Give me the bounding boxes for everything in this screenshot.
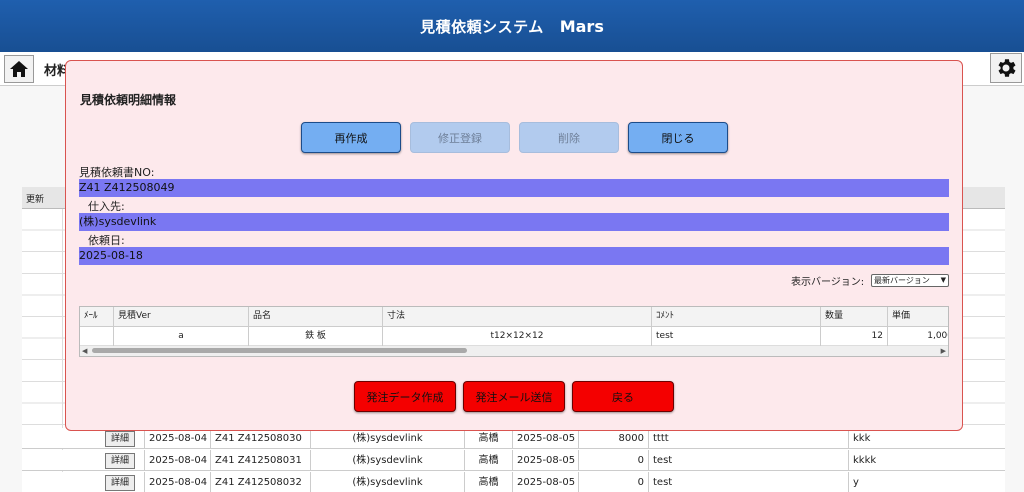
row-person: 高橋 <box>464 428 512 449</box>
gear-icon <box>998 59 1016 77</box>
version-label: 表示バージョン: <box>791 277 865 288</box>
detail-table-header: ﾒｰﾙ 見積Ver 品名 寸法 ｺﾒﾝﾄ 数量 単価 <box>80 307 948 327</box>
request-date-highlight <box>79 247 949 265</box>
modal-title: 見積依頼明細情報 <box>80 93 177 107</box>
home-icon <box>10 61 28 77</box>
version-select-value: 最新バージョン <box>874 276 930 285</box>
col-qty: 数量 <box>821 307 888 326</box>
delete-button[interactable]: 削除 <box>519 122 619 153</box>
version-select[interactable]: 最新バージョン ▼ <box>871 274 949 287</box>
back-button[interactable]: 戻る <box>572 381 674 412</box>
supplier-value: (株)sysdevlink <box>79 215 157 228</box>
row-supplier: (株)sysdevlink <box>310 450 464 471</box>
quote-no-value: Z41 Z412508049 <box>79 181 175 194</box>
row-quote-no: Z41 Z412508031 <box>210 450 310 471</box>
cell-size: t12×12×12 <box>383 327 652 346</box>
quote-no-label: 見積依頼書NO: <box>79 166 155 179</box>
col-item: 品名 <box>249 307 383 326</box>
row-extra: kkkk <box>848 450 1005 471</box>
row-date: 2025-08-04 <box>144 472 210 492</box>
chevron-down-icon: ▼ <box>940 276 946 284</box>
quote-no-highlight <box>79 179 949 197</box>
home-button[interactable] <box>4 55 34 83</box>
request-date-label: 依頼日: <box>88 234 125 247</box>
row-amount: 0 <box>578 450 648 471</box>
modify-register-button[interactable]: 修正登録 <box>410 122 510 153</box>
cell-price: 1,000 <box>888 327 948 346</box>
detail-button[interactable]: 詳細 <box>105 453 135 469</box>
request-date-value: 2025-08-18 <box>79 249 143 262</box>
row-quote-no: Z41 Z412508032 <box>210 472 310 492</box>
col-mail: ﾒｰﾙ <box>80 307 114 326</box>
detail-button[interactable]: 詳細 <box>105 431 135 447</box>
scroll-left-icon[interactable]: ◀ <box>82 346 87 356</box>
table-row: 詳細 2025-08-04 Z41 Z412508031 (株)sysdevli… <box>22 450 1005 471</box>
quote-detail-modal: 見積依頼明細情報 再作成 修正登録 削除 閉じる 見積依頼書NO: Z41 Z4… <box>65 60 963 431</box>
row-note: test <box>648 472 848 492</box>
row-quote-no: Z41 Z412508030 <box>210 428 310 449</box>
detail-table: ﾒｰﾙ 見積Ver 品名 寸法 ｺﾒﾝﾄ 数量 単価 a 鉄 板 t12×12×… <box>79 306 949 357</box>
create-order-data-button[interactable]: 発注データ作成 <box>354 381 456 412</box>
row-supplier: (株)sysdevlink <box>310 472 464 492</box>
cell-item: 鉄 板 <box>249 327 383 346</box>
col-comment: ｺﾒﾝﾄ <box>652 307 821 326</box>
col-price: 単価 <box>888 307 948 326</box>
horizontal-scrollbar[interactable]: ◀ ▶ <box>80 346 948 356</box>
row-extra: kkk <box>848 428 1005 449</box>
supplier-label: 仕入先: <box>88 200 125 213</box>
settings-button[interactable] <box>990 53 1022 83</box>
scrollbar-thumb[interactable] <box>92 348 467 353</box>
row-amount: 0 <box>578 472 648 492</box>
row-date: 2025-08-04 <box>144 450 210 471</box>
cell-mail <box>80 327 114 346</box>
detail-button[interactable]: 詳細 <box>105 475 135 491</box>
row-person: 高橋 <box>464 472 512 492</box>
col-version: 見積Ver <box>114 307 249 326</box>
results-header-update: 更新 <box>26 195 45 205</box>
close-button[interactable]: 閉じる <box>628 122 728 153</box>
row-extra: y <box>848 472 1005 492</box>
table-row[interactable]: a 鉄 板 t12×12×12 test 12 1,000 <box>80 327 948 346</box>
row-date: 2025-08-04 <box>144 428 210 449</box>
scroll-right-icon[interactable]: ▶ <box>941 346 946 356</box>
cell-comment: test <box>652 327 821 346</box>
app-name: Mars <box>559 16 604 36</box>
app-title: 見積依頼システム <box>420 17 544 36</box>
table-row: 詳細 2025-08-04 Z41 Z412508030 (株)sysdevli… <box>22 428 1005 449</box>
col-size: 寸法 <box>383 307 652 326</box>
row-person: 高橋 <box>464 450 512 471</box>
row-date2: 2025-08-05 <box>512 428 578 449</box>
row-date2: 2025-08-05 <box>512 450 578 471</box>
row-note: test <box>648 450 848 471</box>
recreate-button[interactable]: 再作成 <box>301 122 401 153</box>
cell-version: a <box>114 327 249 346</box>
row-supplier: (株)sysdevlink <box>310 428 464 449</box>
row-amount: 8000 <box>578 428 648 449</box>
row-date2: 2025-08-05 <box>512 472 578 492</box>
row-note: tttt <box>648 428 848 449</box>
send-order-mail-button[interactable]: 発注メール送信 <box>463 381 565 412</box>
supplier-highlight <box>79 213 949 231</box>
table-row: 詳細 2025-08-04 Z41 Z412508032 (株)sysdevli… <box>22 472 1005 492</box>
app-header: 見積依頼システム Mars <box>0 0 1024 52</box>
cell-qty: 12 <box>821 327 888 346</box>
